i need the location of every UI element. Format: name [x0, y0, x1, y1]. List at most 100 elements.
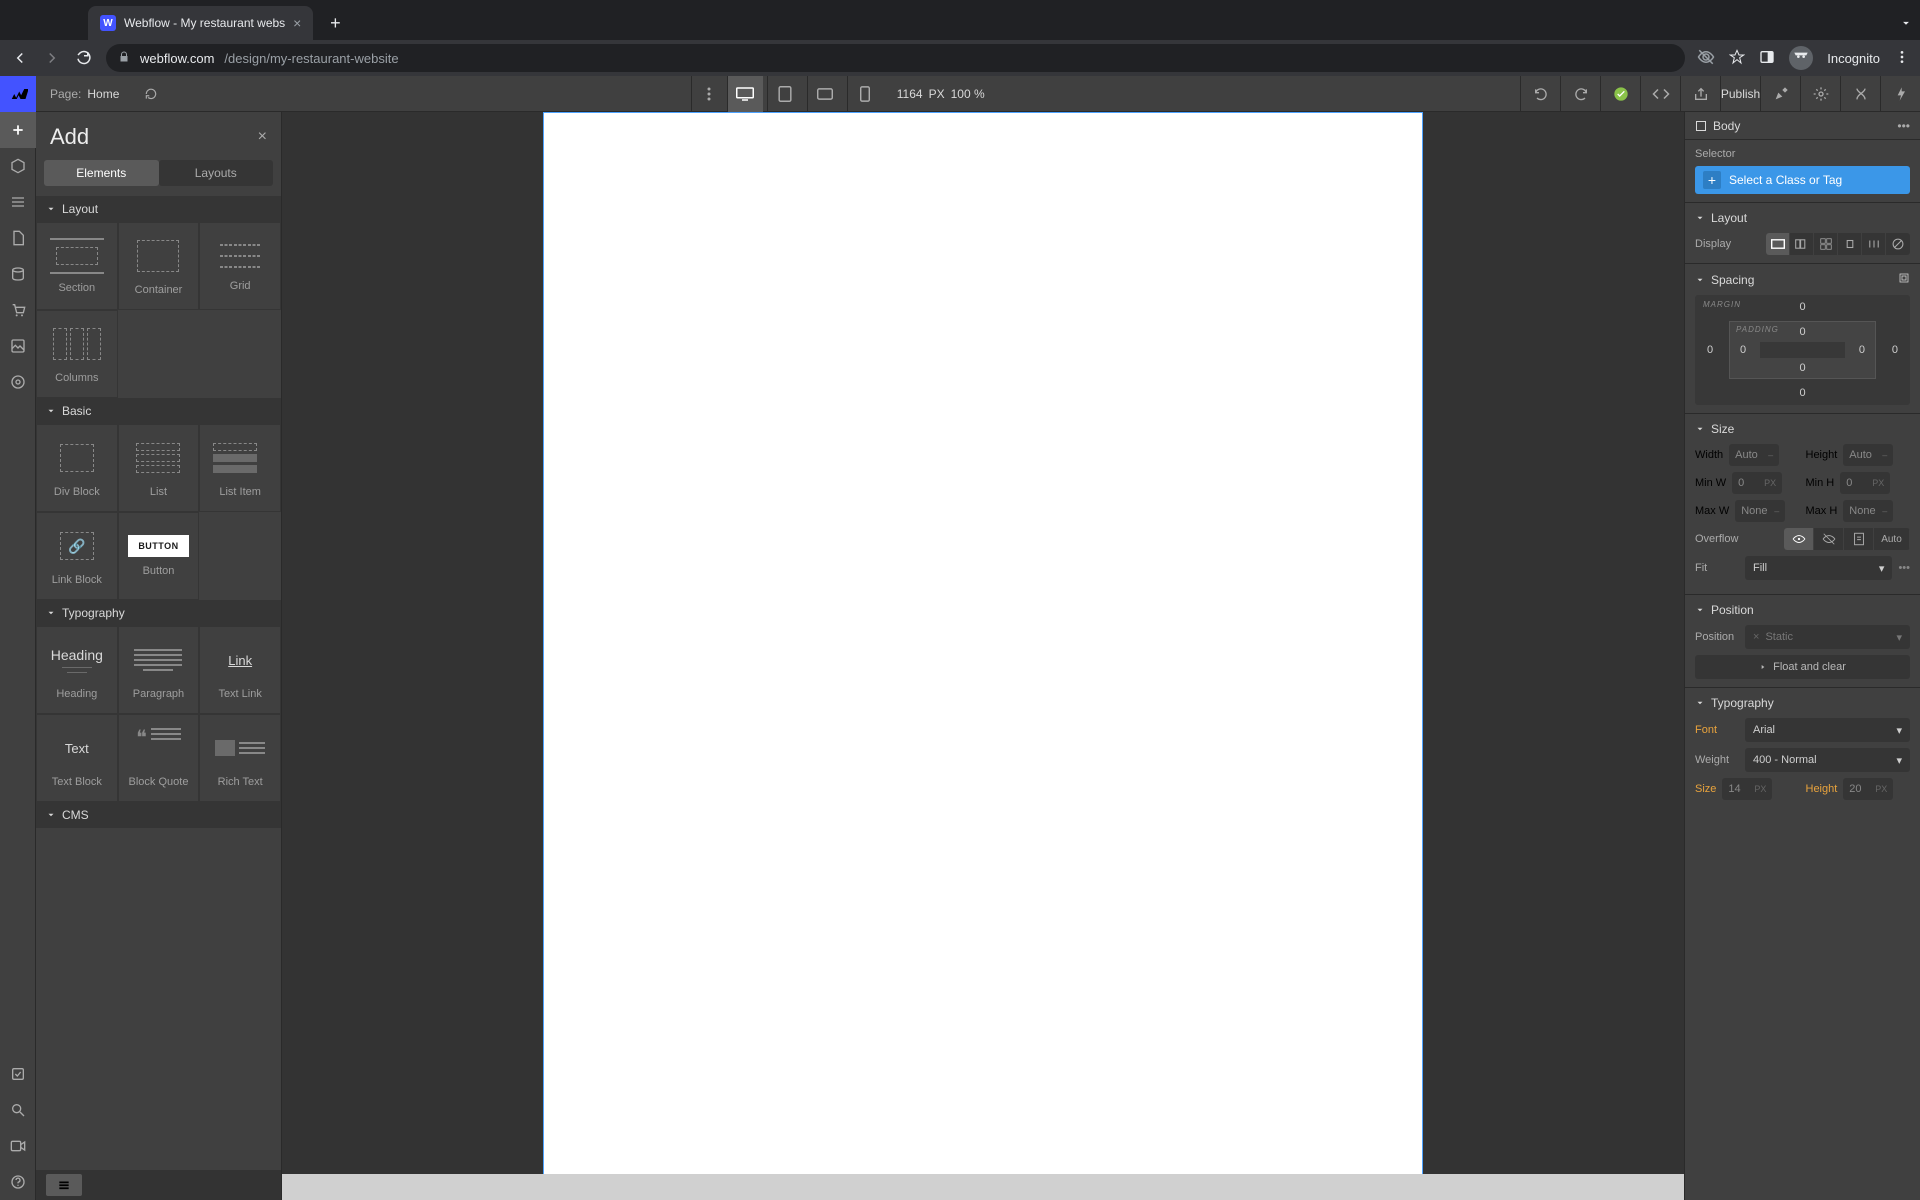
- code-export-button[interactable]: [1640, 76, 1680, 112]
- profile-avatar-icon[interactable]: [1789, 46, 1813, 70]
- layouts-tab-button[interactable]: Layouts: [159, 160, 274, 186]
- typography-section-header[interactable]: Typography: [36, 600, 281, 626]
- link-block-element[interactable]: 🔗Link Block: [36, 512, 118, 600]
- tablet-breakpoint-button[interactable]: [767, 76, 803, 112]
- padding-right-input[interactable]: 0: [1859, 344, 1865, 356]
- desktop-breakpoint-button[interactable]: [727, 76, 763, 112]
- rich-text-element[interactable]: Rich Text: [199, 714, 281, 802]
- div-block-element[interactable]: Div Block: [36, 424, 118, 512]
- publish-button[interactable]: Publish: [1720, 76, 1760, 112]
- elements-tab-button[interactable]: Elements: [44, 160, 159, 186]
- tab-close-icon[interactable]: ×: [293, 15, 301, 31]
- button-element[interactable]: BUTTONButton: [118, 512, 200, 600]
- list-item-element[interactable]: List Item: [199, 424, 281, 512]
- font-size-input[interactable]: 14PX: [1722, 778, 1772, 800]
- forward-button[interactable]: [42, 48, 62, 68]
- ecommerce-tab[interactable]: [0, 292, 36, 328]
- components-tab[interactable]: [0, 148, 36, 184]
- spacing-section-toggle[interactable]: Spacing: [1695, 272, 1910, 287]
- incognito-eye-icon[interactable]: [1697, 48, 1715, 69]
- selector-input[interactable]: + Select a Class or Tag: [1695, 166, 1910, 194]
- font-select[interactable]: Arial▾: [1745, 718, 1910, 742]
- fit-more-icon[interactable]: •••: [1898, 562, 1910, 574]
- reload-preview-button[interactable]: [133, 76, 169, 112]
- min-height-input[interactable]: 0PX: [1840, 472, 1890, 494]
- float-clear-toggle[interactable]: Float and clear: [1695, 655, 1910, 679]
- paragraph-element[interactable]: Paragraph: [118, 626, 200, 714]
- layout-section-toggle[interactable]: Layout: [1695, 211, 1910, 225]
- search-tab[interactable]: [0, 1092, 36, 1128]
- element-more-button[interactable]: •••: [1897, 119, 1910, 133]
- columns-element[interactable]: Columns: [36, 310, 118, 398]
- kebab-menu-icon[interactable]: [1894, 49, 1910, 68]
- overflow-hidden-button[interactable]: [1814, 528, 1844, 550]
- margin-right-input[interactable]: 0: [1892, 344, 1898, 356]
- size-section-toggle[interactable]: Size: [1695, 422, 1910, 436]
- settings-tab[interactable]: [0, 364, 36, 400]
- line-height-input[interactable]: 20PX: [1843, 778, 1893, 800]
- canvas-scrollbar[interactable]: [282, 1174, 1684, 1200]
- effects-panel-tab[interactable]: [1880, 76, 1920, 112]
- overflow-scroll-button[interactable]: [1844, 528, 1874, 550]
- bookmark-star-icon[interactable]: [1729, 49, 1745, 68]
- heading-element[interactable]: HeadingHeading: [36, 626, 118, 714]
- width-input[interactable]: Auto–: [1729, 444, 1779, 466]
- weight-select[interactable]: 400 - Normal▾: [1745, 748, 1910, 772]
- display-flex-button[interactable]: [1790, 233, 1814, 255]
- height-input[interactable]: Auto–: [1843, 444, 1893, 466]
- typography-section-toggle[interactable]: Typography: [1695, 696, 1910, 710]
- layout-section-header[interactable]: Layout: [36, 196, 281, 222]
- mobile-landscape-button[interactable]: [807, 76, 843, 112]
- close-add-panel-button[interactable]: ×: [258, 128, 267, 146]
- margin-left-input[interactable]: 0: [1707, 344, 1713, 356]
- list-element[interactable]: List: [118, 424, 200, 512]
- spacing-expand-icon[interactable]: [1898, 272, 1910, 287]
- display-block-button[interactable]: [1766, 233, 1790, 255]
- margin-top-input[interactable]: 0: [1799, 301, 1805, 313]
- overflow-visible-button[interactable]: [1784, 528, 1814, 550]
- reload-button[interactable]: [74, 48, 94, 68]
- basic-section-header[interactable]: Basic: [36, 398, 281, 424]
- margin-bottom-input[interactable]: 0: [1799, 387, 1805, 399]
- video-tab[interactable]: [0, 1128, 36, 1164]
- interactions-panel-tab[interactable]: [1840, 76, 1880, 112]
- display-inline-block-button[interactable]: [1838, 233, 1862, 255]
- display-grid-button[interactable]: [1814, 233, 1838, 255]
- page-indicator[interactable]: Page: Home: [36, 87, 133, 101]
- text-block-element[interactable]: TextText Block: [36, 714, 118, 802]
- mobile-portrait-button[interactable]: [847, 76, 883, 112]
- position-select[interactable]: ×Static▾: [1745, 625, 1910, 649]
- block-quote-element[interactable]: ❝Block Quote: [118, 714, 200, 802]
- cms-section-header[interactable]: CMS: [36, 802, 281, 828]
- fit-select[interactable]: Fill▾: [1745, 556, 1892, 580]
- canvas[interactable]: [543, 112, 1423, 1200]
- pages-tab[interactable]: [0, 220, 36, 256]
- body-shortcut-chip[interactable]: [46, 1174, 82, 1196]
- audit-tab[interactable]: [0, 1056, 36, 1092]
- add-elements-tab[interactable]: [0, 112, 36, 148]
- display-none-button[interactable]: [1886, 233, 1910, 255]
- share-button[interactable]: [1680, 76, 1720, 112]
- section-element[interactable]: Section: [36, 222, 118, 310]
- display-inline-button[interactable]: [1862, 233, 1886, 255]
- navigator-tab[interactable]: [0, 184, 36, 220]
- padding-top-input[interactable]: 0: [1799, 326, 1805, 338]
- padding-bottom-input[interactable]: 0: [1799, 362, 1805, 374]
- position-section-toggle[interactable]: Position: [1695, 603, 1910, 617]
- min-width-input[interactable]: 0PX: [1732, 472, 1782, 494]
- kebab-icon[interactable]: [691, 76, 727, 112]
- tabs-chevron-icon[interactable]: [1892, 9, 1920, 37]
- redo-button[interactable]: [1560, 76, 1600, 112]
- back-button[interactable]: [10, 48, 30, 68]
- max-width-input[interactable]: None–: [1735, 500, 1785, 522]
- cms-tab[interactable]: [0, 256, 36, 292]
- grid-element[interactable]: Grid: [199, 222, 281, 310]
- container-element[interactable]: Container: [118, 222, 200, 310]
- assets-tab[interactable]: [0, 328, 36, 364]
- sidepanel-icon[interactable]: [1759, 49, 1775, 68]
- help-tab[interactable]: [0, 1164, 36, 1200]
- text-link-element[interactable]: LinkText Link: [199, 626, 281, 714]
- new-tab-button[interactable]: +: [321, 9, 349, 37]
- padding-left-input[interactable]: 0: [1740, 344, 1746, 356]
- settings-panel-tab[interactable]: [1800, 76, 1840, 112]
